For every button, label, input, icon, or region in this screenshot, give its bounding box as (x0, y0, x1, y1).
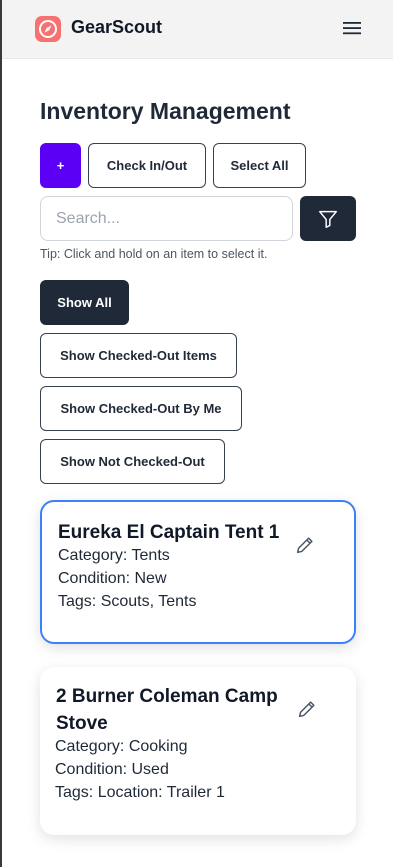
search-input[interactable] (40, 196, 293, 241)
item-condition: Condition: New (58, 570, 167, 587)
tip-text: Tip: Click and hold on an item to select… (40, 247, 268, 261)
window-frame-edge (0, 0, 2, 867)
item-name: 2 Burner Coleman Camp Stove (56, 686, 278, 734)
inventory-item-card[interactable]: 2 Burner Coleman Camp Stove Category: Co… (40, 667, 356, 835)
item-name: Eureka El Captain Tent 1 (58, 522, 280, 543)
filter-icon (319, 210, 337, 228)
select-all-button[interactable]: Select All (213, 143, 306, 188)
top-navigation-bar: GearScout (2, 0, 393, 59)
filter-button[interactable] (300, 196, 356, 241)
inventory-item-card[interactable]: Eureka El Captain Tent 1 Category: Tents… (40, 500, 356, 644)
filter-show-all-button[interactable]: Show All (40, 280, 129, 325)
check-in-out-button[interactable]: Check In/Out (88, 143, 206, 188)
filter-checked-out-by-me-button[interactable]: Show Checked-Out By Me (40, 386, 242, 431)
item-tags: Tags: Scouts, Tents (58, 593, 197, 610)
compass-icon (35, 16, 61, 42)
pencil-edit-icon[interactable] (294, 534, 316, 556)
app-brand-name[interactable]: GearScout (71, 17, 162, 38)
filter-checked-out-button[interactable]: Show Checked-Out Items (40, 333, 237, 378)
add-item-button[interactable]: + (40, 143, 81, 188)
hamburger-menu-icon[interactable] (342, 19, 362, 37)
item-category: Category: Cooking (55, 738, 188, 755)
filter-not-checked-out-button[interactable]: Show Not Checked-Out (40, 439, 225, 484)
item-category: Category: Tents (58, 547, 170, 564)
item-condition: Condition: Used (55, 761, 169, 778)
item-tags: Tags: Location: Trailer 1 (55, 784, 225, 801)
pencil-edit-icon[interactable] (296, 698, 318, 720)
page-title: Inventory Management (40, 98, 291, 124)
